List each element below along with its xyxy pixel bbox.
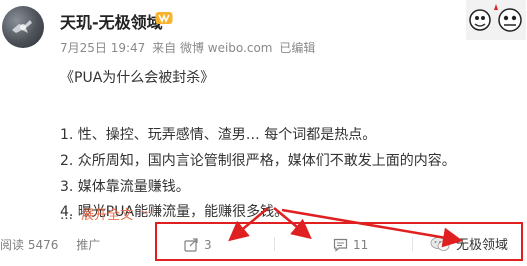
list-item: 3. 媒体靠流量赚钱。 [60,179,190,195]
expand-full-text[interactable]: … 展开全文 ﹀ [60,204,151,223]
divider [412,237,413,251]
post-date[interactable]: 7月25日 19:47 [60,41,145,55]
watermark: 无极领域 [430,234,508,253]
edited-label[interactable]: 已编辑 [279,41,315,55]
meme-sticker-icon [466,0,526,40]
comment-button[interactable]: 11 [333,238,368,252]
avatar[interactable] [2,6,44,48]
chevron-down-icon[interactable]: ﹀ [141,211,151,222]
repost-icon [184,238,198,252]
comment-count: 11 [353,238,369,252]
list-item: 2. 众所周知，国内言论管制很严格，媒体们不敢发上面的内容。 [60,153,456,169]
footer-left: 阅读 5476 推广 [0,236,100,253]
divider [274,237,275,251]
vip-badge-icon[interactable] [155,11,173,25]
post-title: 《PUA为什么会被封杀》 [60,70,215,86]
list-item: 1. 性、操控、玩弄感情、渣男… 每个词都是热点。 [60,127,377,143]
post-source[interactable]: 来自 微博 weibo.com [152,41,272,55]
watermark-text: 无极领域 [456,238,509,253]
username[interactable]: 天玑-无极领域 [60,9,163,33]
ellipsis: … [60,208,73,223]
promote-button[interactable]: 推广 [76,238,100,252]
read-count: 阅读 5476 [0,238,59,252]
wechat-logo-icon [430,236,450,251]
comment-icon [333,238,348,252]
avatar-silhouette-icon [12,20,32,33]
expand-full-text-link[interactable]: 展开全文 [81,208,133,223]
repost-count: 3 [204,238,212,252]
repost-button[interactable]: 3 [184,238,212,252]
post-meta: 7月25日 19:47 来自 微博 weibo.com 已编辑 [60,39,318,56]
